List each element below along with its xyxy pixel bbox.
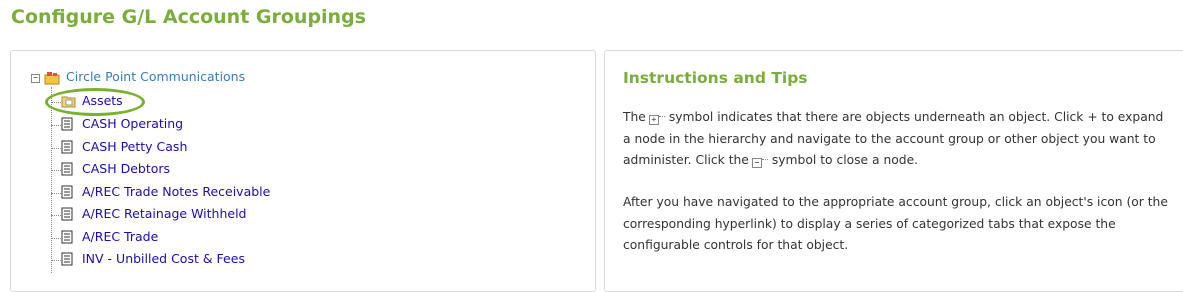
document-icon[interactable]: [61, 230, 73, 244]
tree-connector: [658, 116, 665, 117]
instructions-text: symbol to close a node.: [771, 153, 919, 167]
tree-item[interactable]: CASH Petty Cash: [82, 139, 187, 159]
tree-connector: [51, 238, 61, 239]
tree-item-link[interactable]: CASH Debtors: [82, 161, 170, 176]
tree-connector: [51, 170, 61, 171]
account-tree-panel: − Circle Point Communications Assets CAS…: [10, 50, 596, 292]
tree-item-link[interactable]: A/REC Trade: [82, 229, 158, 244]
tree-item[interactable]: A/REC Retainage Withheld: [82, 206, 246, 226]
tree-item-link[interactable]: CASH Operating: [82, 116, 183, 131]
document-icon[interactable]: [61, 140, 73, 154]
tree-item[interactable]: A/REC Trade Notes Receivable: [82, 184, 270, 204]
tree-item-link[interactable]: CASH Petty Cash: [82, 139, 187, 154]
page-title: Configure G/L Account Groupings: [11, 6, 366, 28]
tree-item[interactable]: CASH Debtors: [82, 161, 170, 181]
document-icon[interactable]: [61, 162, 73, 176]
tree-connector: [51, 125, 61, 126]
instructions-text: The: [623, 110, 646, 124]
collapse-icon: −: [751, 158, 762, 168]
tree-connector: [51, 260, 61, 261]
document-icon[interactable]: [61, 252, 73, 266]
instructions-paragraph-1: The + symbol indicates that there are obje…: [623, 107, 1168, 172]
expand-icon: +: [648, 115, 659, 125]
tree-root-item[interactable]: Circle Point Communications: [66, 69, 245, 89]
tree-item[interactable]: CASH Operating: [82, 116, 183, 136]
instructions-paragraph-2: After you have navigated to the appropri…: [623, 195, 1168, 252]
tree-root-link[interactable]: Circle Point Communications: [66, 69, 245, 84]
document-icon[interactable]: [61, 117, 73, 131]
tree-connector: [51, 193, 61, 194]
tree-item-link[interactable]: INV - Unbilled Cost & Fees: [82, 251, 245, 266]
instructions-panel: Instructions and Tips The + symbol indicat…: [604, 50, 1183, 292]
collapse-icon[interactable]: −: [31, 74, 40, 83]
selection-highlight: [45, 88, 145, 116]
tree-connector: [761, 159, 768, 160]
instructions-title: Instructions and Tips: [623, 69, 808, 87]
tree-item-link[interactable]: A/REC Retainage Withheld: [82, 206, 246, 221]
tree-item-link[interactable]: A/REC Trade Notes Receivable: [82, 184, 270, 199]
tree-connector: [51, 148, 61, 149]
tree-connector: [51, 215, 61, 216]
tree-item[interactable]: INV - Unbilled Cost & Fees: [82, 251, 245, 271]
tree-connector: [51, 87, 52, 273]
document-icon[interactable]: [61, 207, 73, 221]
document-icon[interactable]: [61, 185, 73, 199]
company-icon[interactable]: [44, 70, 60, 85]
tree-item[interactable]: A/REC Trade: [82, 229, 158, 249]
